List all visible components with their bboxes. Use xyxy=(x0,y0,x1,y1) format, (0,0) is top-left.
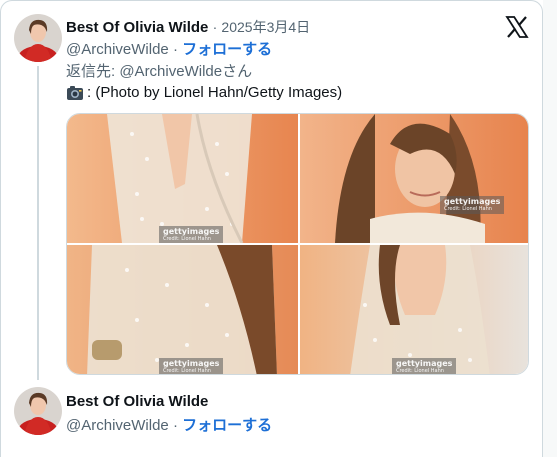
watermark: gettyimages Credit: Lionel Hahn xyxy=(392,358,457,374)
tweet-text-body: : (Photo by Lionel Hahn/Getty Images) xyxy=(87,84,343,101)
media-grid: gettyimages Credit: Lionel Hahn gettyima… xyxy=(66,113,529,375)
handle-row: @ArchiveWilde · フォローする xyxy=(66,414,272,435)
display-name-text[interactable]: Best Of Olivia Wilde xyxy=(66,393,208,410)
avatar-image xyxy=(14,14,62,62)
thread-connector-line xyxy=(37,66,39,380)
separator: · xyxy=(172,41,178,58)
watermark: gettyimages Credit: Lionel Hahn xyxy=(159,358,224,374)
follow-button[interactable]: フォローする xyxy=(182,41,272,58)
display-name[interactable]: Best Of Olivia Wilde · 2025年3月4日 xyxy=(66,17,310,37)
avatar[interactable] xyxy=(14,387,62,435)
photo-4[interactable]: gettyimages Credit: Lionel Hahn xyxy=(300,245,528,374)
reply-to-label[interactable]: 返信先: @ArchiveWildeさん xyxy=(66,60,252,81)
separator: · xyxy=(172,417,178,434)
watermark: gettyimages Credit: Lionel Hahn xyxy=(159,226,224,243)
photo-2[interactable]: gettyimages Credit: Lionel Hahn xyxy=(300,114,528,243)
tweet-date[interactable]: 2025年3月4日 xyxy=(221,19,310,35)
tweet-text: : (Photo by Lionel Hahn/Getty Images) xyxy=(66,84,342,101)
display-name-text[interactable]: Best Of Olivia Wilde xyxy=(66,19,208,36)
avatar[interactable] xyxy=(14,14,62,62)
avatar-image xyxy=(14,387,62,435)
x-logo-icon[interactable] xyxy=(505,15,529,39)
user-handle[interactable]: @ArchiveWilde xyxy=(66,417,169,434)
watermark: gettyimages Credit: Lionel Hahn xyxy=(440,196,505,214)
photo-1[interactable]: gettyimages Credit: Lionel Hahn xyxy=(67,114,298,243)
user-handle[interactable]: @ArchiveWilde xyxy=(66,41,169,58)
handle-row: @ArchiveWilde · フォローする xyxy=(66,38,272,59)
scrollbar-track[interactable] xyxy=(543,0,557,457)
camera-emoji-icon xyxy=(66,85,84,101)
follow-button[interactable]: フォローする xyxy=(182,417,272,434)
photo-3[interactable]: gettyimages Credit: Lionel Hahn xyxy=(67,245,298,374)
separator: · xyxy=(212,19,218,35)
display-name[interactable]: Best Of Olivia Wilde xyxy=(66,393,208,410)
